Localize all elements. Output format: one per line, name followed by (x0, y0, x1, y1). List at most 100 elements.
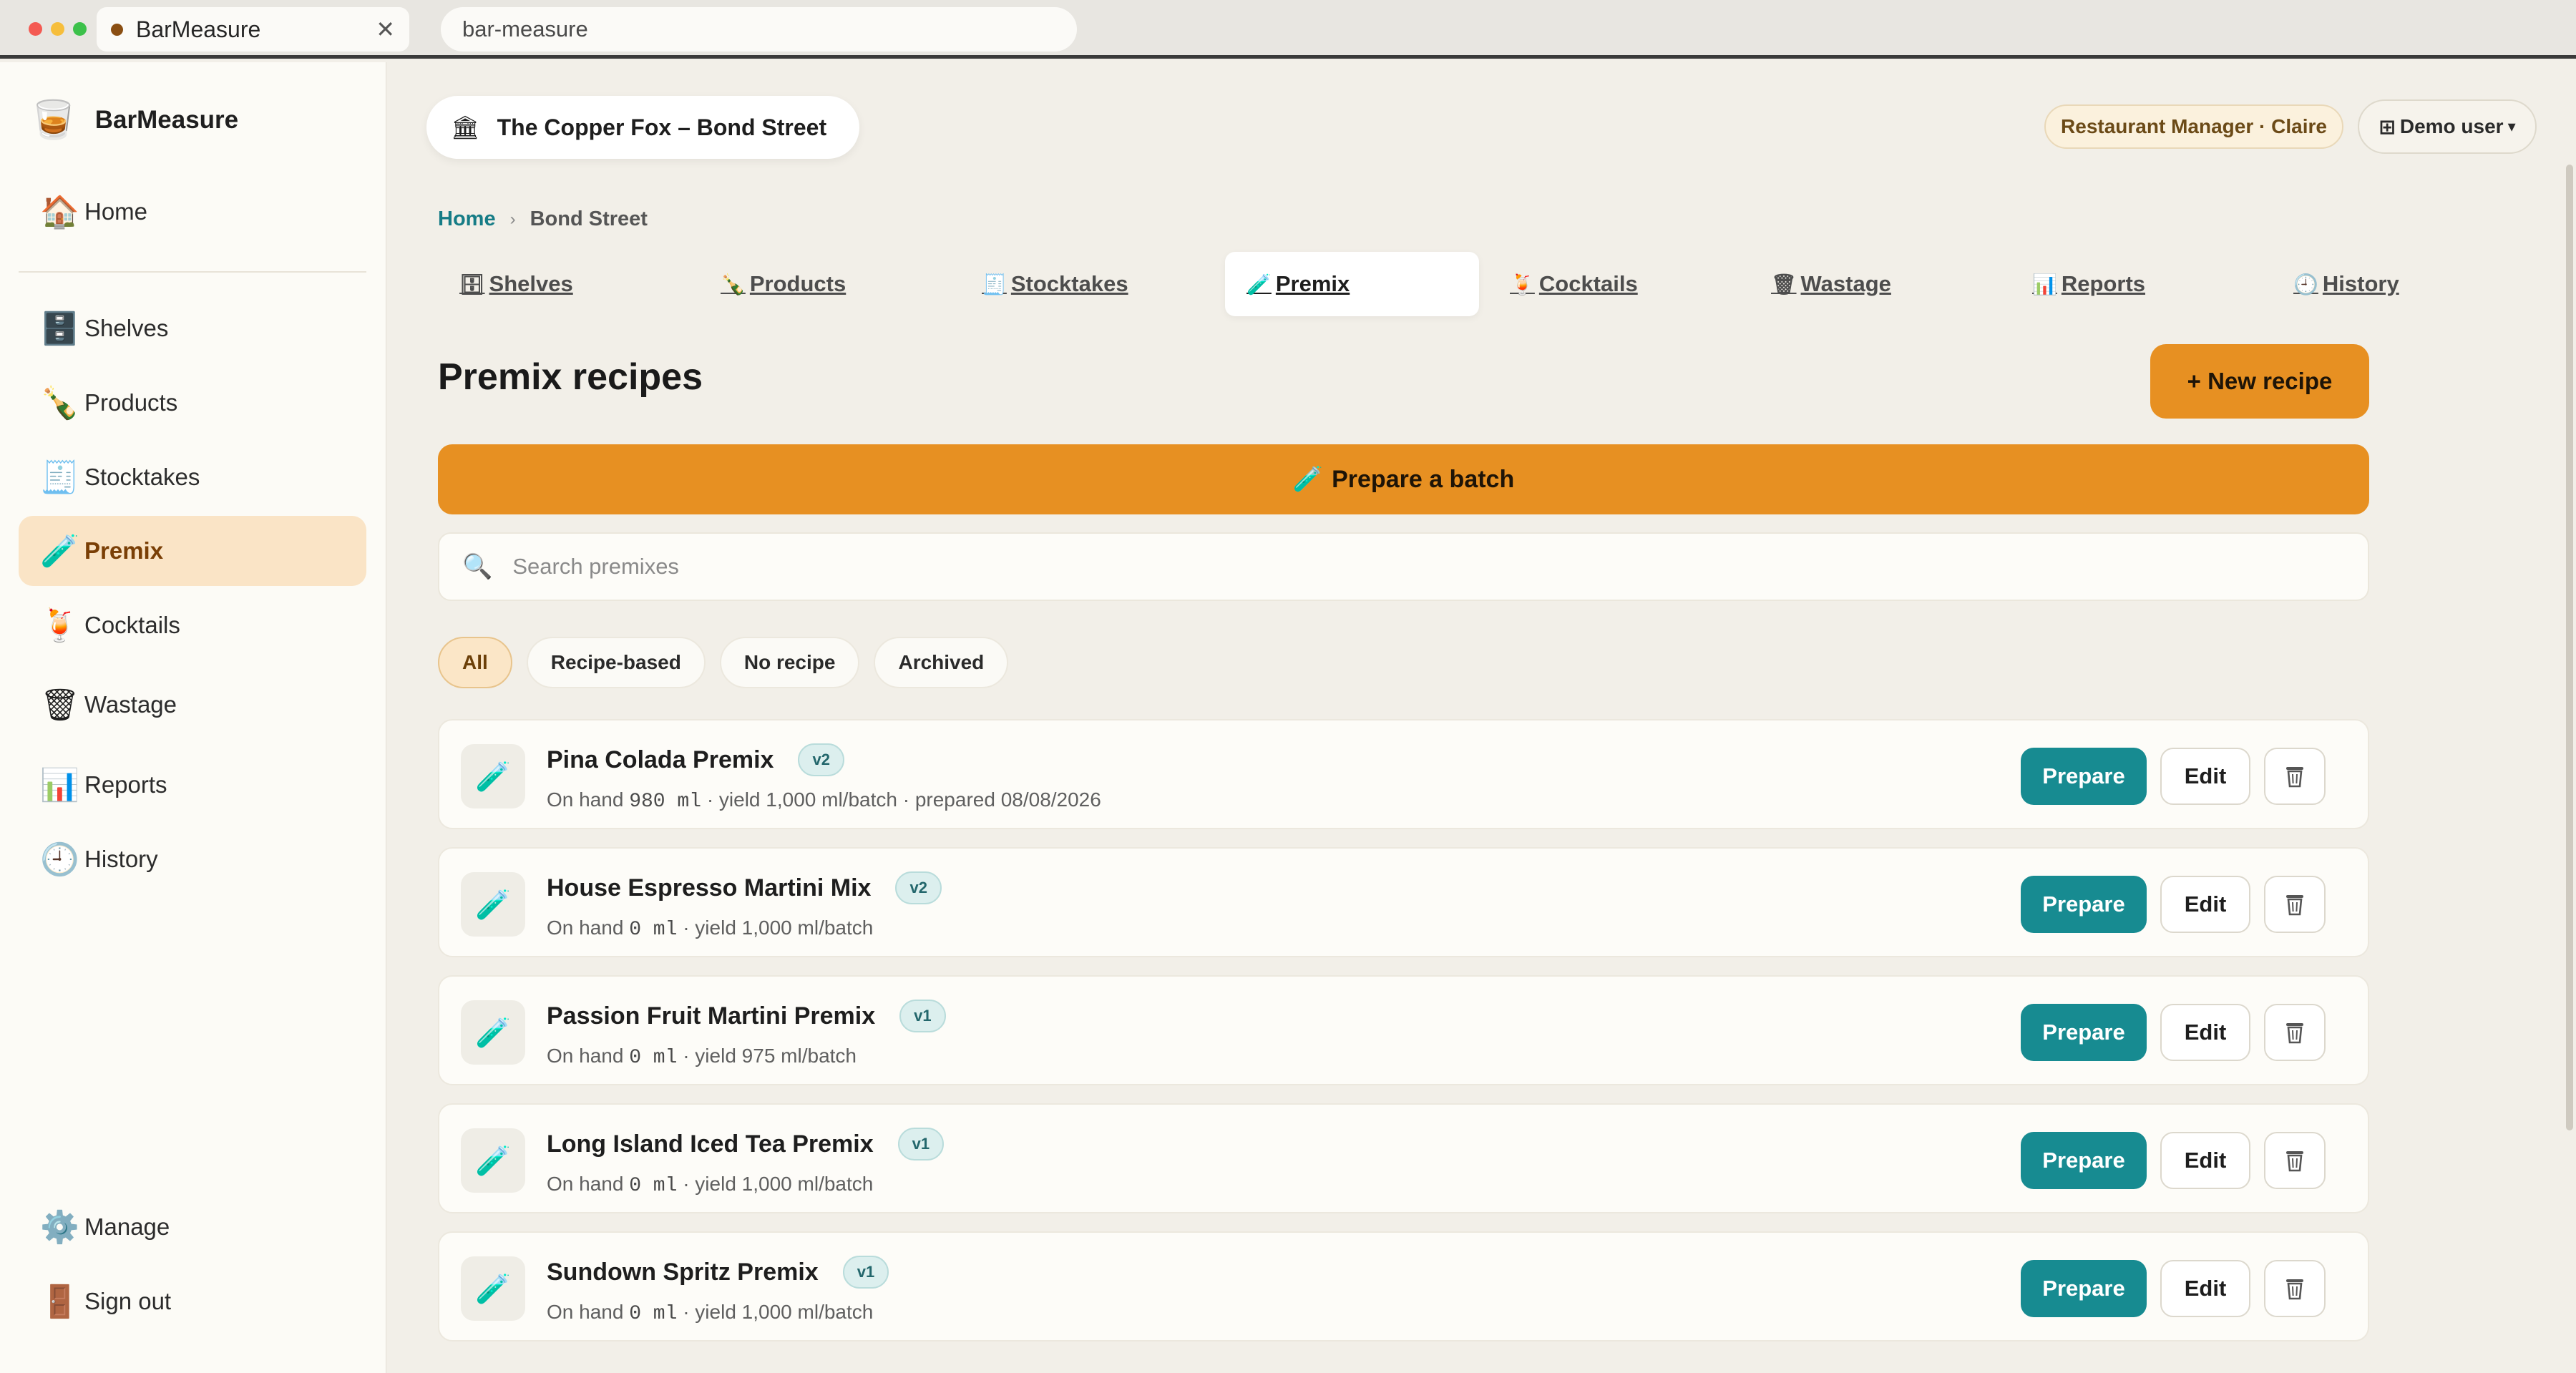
sidebar-item-label: Reports (84, 771, 167, 798)
bottle-icon: 🍾 (40, 386, 79, 421)
edit-button[interactable]: Edit (2160, 1132, 2250, 1189)
sidebar-item-cocktails[interactable]: 🍹 Cocktails (19, 590, 366, 660)
brand[interactable]: 🥃 BarMeasure (30, 98, 238, 142)
bar-chart-icon: 📊 (2032, 273, 2057, 295)
version-badge: v1 (899, 1000, 946, 1032)
tab-reports[interactable]: 📊 Reports (2011, 252, 2254, 316)
tab-stocktakes[interactable]: 🧾 Stocktakes (960, 252, 1204, 316)
premix-details: · yield 975 ml/batch (683, 1045, 857, 1067)
close-tab-icon[interactable]: ✕ (376, 16, 395, 43)
prepare-button[interactable]: Prepare (2021, 748, 2147, 805)
sidebar-item-reports[interactable]: 📊 Reports (19, 750, 366, 820)
filter-chip-recipe-based[interactable]: Recipe-based (526, 637, 706, 688)
edit-button[interactable]: Edit (2160, 1004, 2250, 1061)
window-controls (29, 22, 87, 36)
sidebar-item-home[interactable]: 🏠 Home (19, 177, 366, 247)
sidebar: 🥃 BarMeasure 🏠 Home 🗄️ Shelves 🍾 Product… (0, 62, 386, 1373)
prepare-button[interactable]: Prepare (2021, 876, 2147, 933)
tab-label: Shelves (489, 271, 573, 296)
trash-icon (2286, 767, 2303, 788)
page-scrollbar[interactable] (2566, 165, 2573, 1130)
sidebar-item-wastage[interactable]: 🗑 Wastage (19, 670, 366, 740)
browser-chrome: BarMeasure ✕ bar-measure (0, 0, 2576, 59)
premix-row[interactable]: 🧪 Pina Colada Premix v2 On hand 980 ml ·… (438, 719, 2369, 829)
section-tabs: 🗄 Shelves 🍾 Products 🧾 Stocktakes 🧪 Prem… (438, 252, 2576, 316)
main-content: 🏛 The Copper Fox – Bond Street Restauran… (386, 62, 2576, 1373)
bottle-icon: 🍾 (721, 273, 746, 295)
edit-button[interactable]: Edit (2160, 876, 2250, 933)
maximize-window-button[interactable] (73, 22, 87, 36)
address-bar[interactable]: bar-measure (441, 7, 1077, 52)
close-window-button[interactable] (29, 22, 42, 36)
user-menu-button[interactable]: ⊞ Demo user ▾ (2358, 99, 2537, 154)
receipt-icon: 🧾 (40, 460, 79, 495)
whisky-glass-icon: 🥃 (30, 99, 77, 141)
tab-label: Reports (2061, 271, 2146, 296)
premix-title: House Espresso Martini Mix v2 (547, 871, 942, 904)
prepare-batch-button[interactable]: 🧪 Prepare a batch (438, 444, 2369, 514)
delete-button[interactable] (2264, 1132, 2326, 1189)
tab-wastage[interactable]: 🗑 Wastage (1750, 252, 1993, 316)
premix-name: Sundown Spritz Premix (547, 1258, 819, 1286)
on-hand-value: 0 ml (629, 1303, 678, 1325)
on-hand-value: 0 ml (629, 919, 678, 941)
premix-name: House Espresso Martini Mix (547, 874, 872, 902)
tab-label: Premix (1275, 271, 1350, 296)
sidebar-item-premix[interactable]: 🧪 Premix (19, 516, 366, 586)
delete-button[interactable] (2264, 748, 2326, 805)
favicon-icon (111, 23, 123, 36)
browser-tab[interactable]: BarMeasure ✕ (97, 7, 409, 52)
tab-products[interactable]: 🍾 Products (699, 252, 942, 316)
sidebar-divider (19, 271, 366, 273)
sidebar-item-sign-out[interactable]: 🚪 Sign out (19, 1266, 366, 1337)
sidebar-item-manage[interactable]: ⚙️ Manage (19, 1192, 366, 1262)
venue-selector[interactable]: 🏛 The Copper Fox – Bond Street (426, 96, 860, 159)
sidebar-item-history[interactable]: 🕘 History (19, 824, 366, 894)
premix-row[interactable]: 🧪 Passion Fruit Martini Premix v1 On han… (438, 975, 2369, 1085)
sidebar-item-label: Manage (84, 1213, 170, 1240)
filter-chip-no-recipe[interactable]: No recipe (719, 637, 860, 688)
tab-premix[interactable]: 🧪 Premix (1225, 252, 1479, 316)
premix-row[interactable]: 🧪 Sundown Spritz Premix v1 On hand 0 ml … (438, 1231, 2369, 1342)
sidebar-item-label: Home (84, 198, 148, 225)
delete-button[interactable] (2264, 876, 2326, 933)
prepare-batch-label: Prepare a batch (1332, 465, 1515, 493)
breadcrumb-current: Bond Street (530, 207, 648, 230)
breadcrumb: Home › Bond Street (438, 207, 648, 231)
tab-label: Wastage (1800, 271, 1891, 296)
sidebar-item-label: History (84, 846, 158, 872)
sidebar-item-products[interactable]: 🍾 Products (19, 368, 366, 438)
tab-shelves[interactable]: 🗄 Shelves (438, 252, 681, 316)
delete-button[interactable] (2264, 1260, 2326, 1317)
on-hand-value: 0 ml (629, 1047, 678, 1069)
premix-meta: On hand 0 ml · yield 975 ml/batch (547, 1045, 857, 1069)
edit-button[interactable]: Edit (2160, 748, 2250, 805)
delete-button[interactable] (2264, 1004, 2326, 1061)
premix-meta: On hand 0 ml · yield 1,000 ml/batch (547, 1173, 873, 1197)
filter-chip-archived[interactable]: Archived (874, 637, 1009, 688)
premix-row[interactable]: 🧪 Long Island Iced Tea Premix v1 On hand… (438, 1103, 2369, 1213)
sidebar-item-stocktakes[interactable]: 🧾 Stocktakes (19, 442, 366, 512)
tab-history[interactable]: 🕘 History (2272, 252, 2515, 316)
edit-button[interactable]: Edit (2160, 1260, 2250, 1317)
prepare-button[interactable]: Prepare (2021, 1260, 2147, 1317)
search-icon: 🔍 (462, 553, 493, 580)
premix-row[interactable]: 🧪 House Espresso Martini Mix v2 On hand … (438, 847, 2369, 957)
chevron-down-icon: ▾ (2507, 117, 2516, 135)
tab-cocktails[interactable]: 🍹 Cocktails (1488, 252, 1732, 316)
filter-chip-all[interactable]: All (438, 637, 512, 688)
test-tube-icon: 🧪 (461, 872, 525, 937)
clock-icon: 🕘 (40, 842, 79, 877)
door-icon: 🚪 (40, 1284, 79, 1319)
premix-details: · yield 1,000 ml/batch (683, 1173, 874, 1195)
new-recipe-button[interactable]: + New recipe (2150, 344, 2369, 419)
premix-name: Long Island Iced Tea Premix (547, 1130, 874, 1158)
search-input[interactable] (512, 554, 2368, 580)
minimize-window-button[interactable] (51, 22, 64, 36)
sidebar-item-shelves[interactable]: 🗄️ Shelves (19, 293, 366, 363)
test-tube-icon: 🧪 (461, 1000, 525, 1065)
version-badge: v2 (798, 743, 844, 776)
prepare-button[interactable]: Prepare (2021, 1004, 2147, 1061)
breadcrumb-home-link[interactable]: Home (438, 207, 496, 231)
prepare-button[interactable]: Prepare (2021, 1132, 2147, 1189)
